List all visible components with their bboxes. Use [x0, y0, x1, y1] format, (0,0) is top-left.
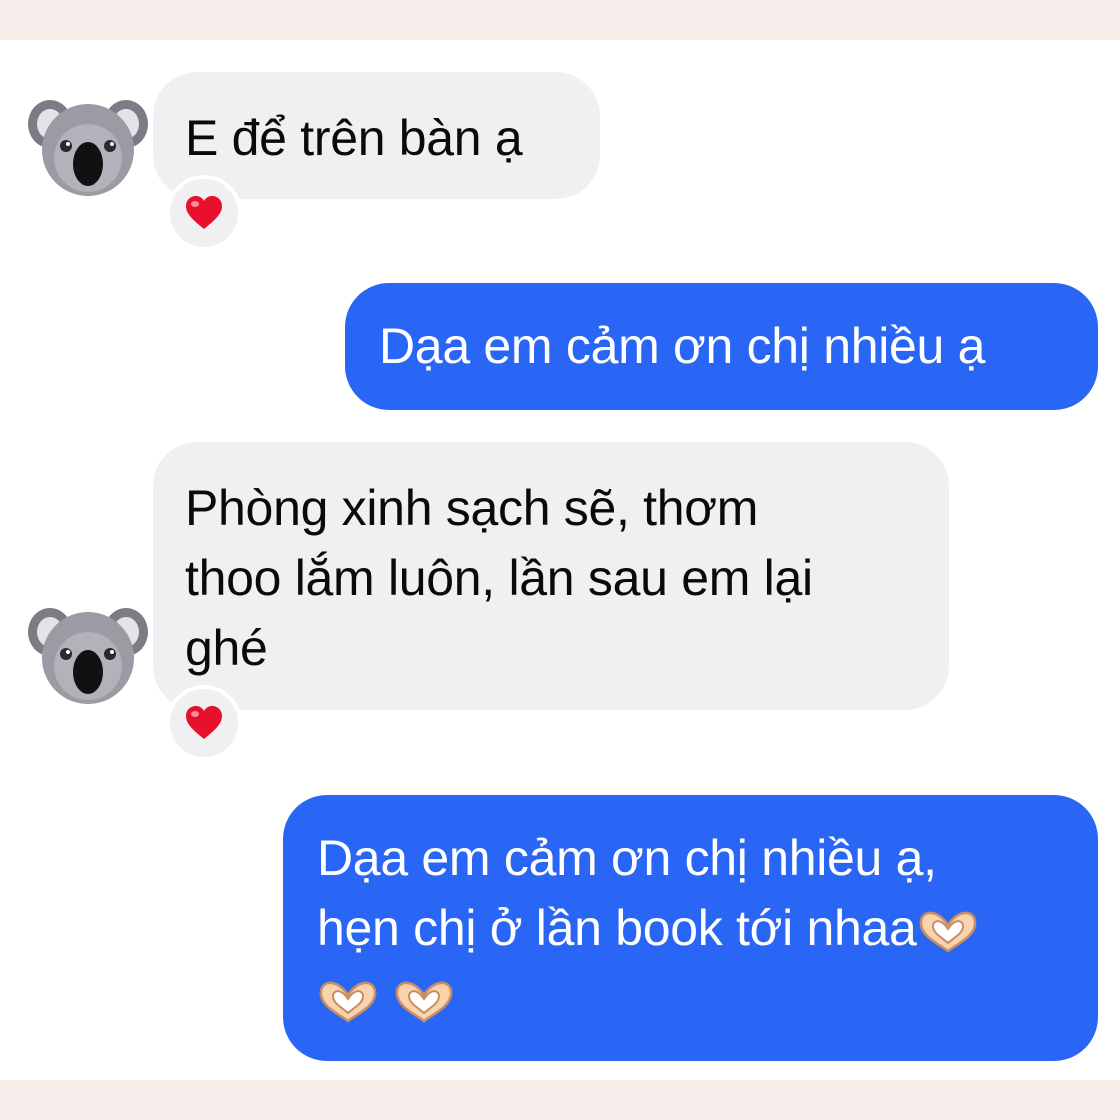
message-bubble-incoming[interactable]: Phòng xinh sạch sẽ, thơm thoo lắm luôn, …	[153, 442, 949, 710]
message-line: Dạa em cảm ơn chị nhiều ạ,	[317, 830, 937, 886]
message-line: Phòng xinh sạch sẽ, thơm	[185, 480, 759, 536]
red-heart-icon	[186, 196, 222, 229]
message-reaction[interactable]	[166, 685, 242, 761]
message-text: E để trên bàn ạ	[185, 110, 523, 166]
koala-avatar-icon[interactable]	[28, 84, 148, 204]
message-line-text: hẹn chị ở lần book tới nhaa	[317, 900, 917, 956]
message-bubble-outgoing[interactable]: Dạa em cảm ơn chị nhiều ạ, hẹn chị ở lần…	[283, 795, 1098, 1061]
message-line	[317, 963, 1064, 1033]
heart-hands-icon	[919, 911, 976, 953]
message-line: ghé	[185, 620, 268, 676]
heart-hands-icon	[319, 981, 377, 1023]
message-text: Dạa em cảm ơn chị nhiều ạ	[379, 318, 986, 374]
message-line: hẹn chị ở lần book tới nhaa	[317, 893, 1064, 963]
red-heart-icon	[186, 706, 222, 739]
message-line: thoo lắm luôn, lần sau em lại	[185, 550, 813, 606]
heart-hands-icon	[395, 981, 452, 1023]
message-reaction[interactable]	[166, 175, 242, 251]
message-bubble-outgoing[interactable]: Dạa em cảm ơn chị nhiều ạ	[345, 283, 1098, 410]
chat-thread: E để trên bàn ạ Dạa em cảm ơn chị nhiều …	[0, 40, 1120, 1080]
koala-avatar-icon[interactable]	[28, 592, 148, 712]
